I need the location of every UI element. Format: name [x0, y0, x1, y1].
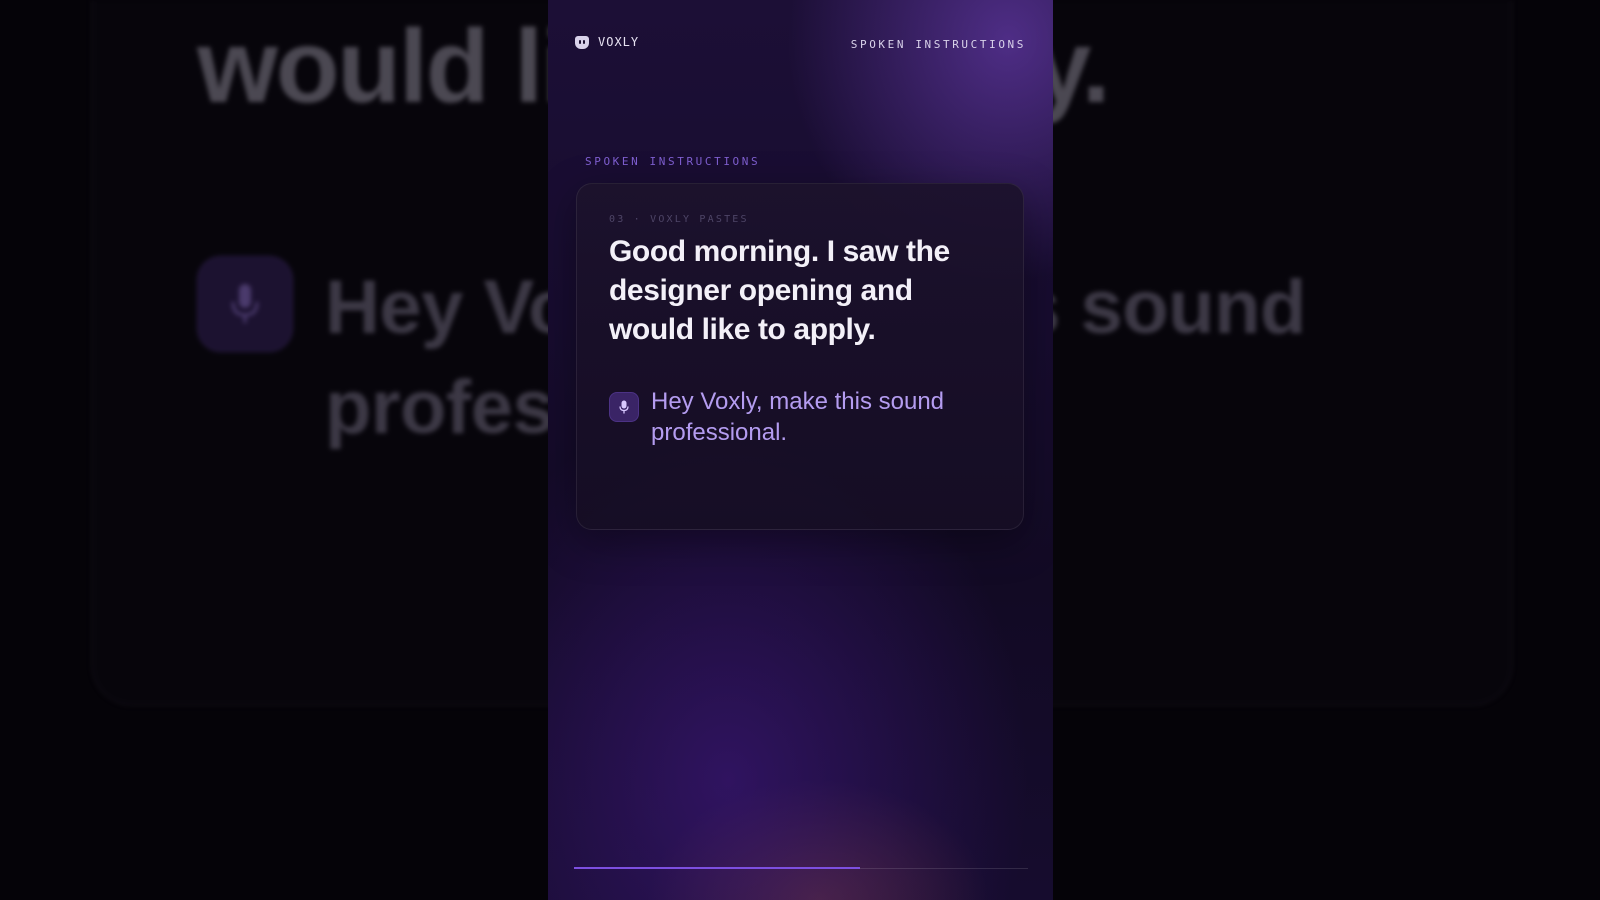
progress-fill	[574, 867, 861, 869]
voxly-logo-icon	[575, 35, 589, 49]
section-label: SPOKEN INSTRUCTIONS	[585, 155, 761, 168]
background-microphone-icon	[197, 256, 293, 352]
brand: VOXLY	[575, 35, 639, 49]
card-kicker: 03 · VOXLY PASTES	[609, 214, 749, 225]
spoken-instruction: Hey Voxly, make this sound professional.	[609, 386, 999, 448]
transcript-card: 03 · VOXLY PASTES Good morning. I saw th…	[576, 183, 1024, 530]
phone-panel: VOXLY SPOKEN INSTRUCTIONS SPOKEN INSTRUC…	[548, 0, 1053, 900]
progress-bar	[574, 867, 1028, 869]
pasted-text: Good morning. I saw the designer opening…	[609, 235, 950, 346]
brand-name: VOXLY	[598, 35, 640, 49]
microphone-icon[interactable]	[609, 392, 639, 422]
header-label: SPOKEN INSTRUCTIONS	[850, 38, 1026, 51]
instruction-text: Hey Voxly, make this sound professional.	[651, 388, 945, 446]
